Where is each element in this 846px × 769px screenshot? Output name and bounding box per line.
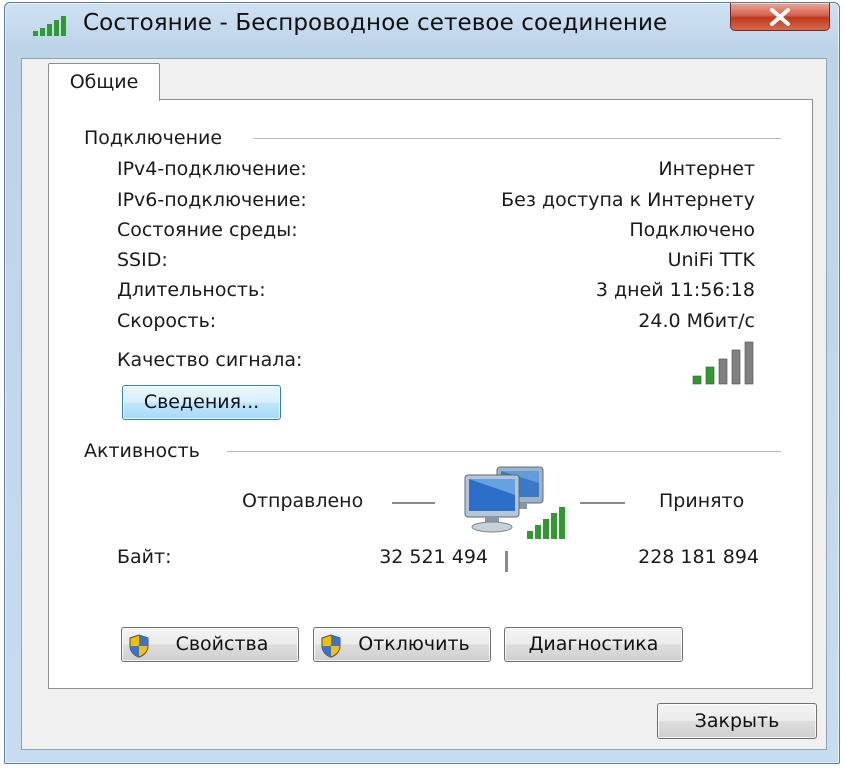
properties-button[interactable]: Свойства	[121, 627, 299, 662]
ssid-label: SSID:	[117, 249, 168, 271]
signal-strength-icon	[692, 341, 754, 385]
close-window-button[interactable]	[730, 3, 830, 31]
general-tab-panel: Подключение IPv4-подключение: Интернет I…	[48, 99, 813, 689]
duration-label: Длительность:	[117, 279, 266, 301]
activity-separator	[505, 551, 508, 572]
received-connector-line	[580, 502, 625, 504]
ipv4-label: IPv4-подключение:	[117, 158, 307, 180]
received-label: Принято	[659, 490, 745, 512]
ssid-value: UniFi TTK	[667, 249, 755, 271]
network-computers-icon	[464, 466, 565, 539]
section-divider	[227, 451, 781, 452]
signal-bar-unlit	[744, 341, 754, 385]
title-bar[interactable]: Состояние - Беспроводное сетевое соедине…	[5, 3, 839, 49]
ipv6-label: IPv6-подключение:	[117, 189, 307, 211]
signal-bar-lit	[705, 366, 715, 385]
uac-shield-icon	[129, 634, 149, 658]
signal-bar-lit	[692, 375, 702, 385]
window-title: Состояние - Беспроводное сетевое соедине…	[83, 10, 668, 36]
section-divider	[254, 138, 781, 139]
speed-value: 24.0 Мбит/с	[638, 310, 755, 332]
tab-general[interactable]: Общие	[48, 63, 160, 101]
duration-value: 3 дней 11:56:18	[595, 279, 755, 301]
dialog-body: Общие Подключение IPv4-подключение: Инте…	[21, 58, 827, 750]
activity-section-title: Активность	[84, 440, 200, 462]
speed-label: Скорость:	[117, 310, 217, 332]
ipv4-value: Интернет	[658, 158, 755, 180]
uac-shield-icon	[321, 634, 341, 658]
status-dialog: Состояние - Беспроводное сетевое соедине…	[4, 2, 840, 764]
media-state-label: Состояние среды:	[117, 219, 298, 241]
signal-quality-label: Качество сигнала:	[117, 349, 303, 371]
bytes-label: Байт:	[117, 546, 172, 568]
close-button[interactable]: Закрыть	[657, 703, 817, 739]
connection-section-title: Подключение	[84, 127, 223, 149]
ipv6-value: Без доступа к Интернету	[501, 189, 755, 211]
properties-button-label: Свойства	[175, 633, 269, 655]
signal-bar-unlit	[718, 358, 728, 385]
wireless-signal-icon	[33, 16, 66, 36]
signal-bar-unlit	[731, 349, 741, 385]
media-state-value: Подключено	[629, 219, 755, 241]
bytes-sent-value: 32 521 494	[379, 546, 488, 568]
disable-button[interactable]: Отключить	[313, 627, 491, 662]
disable-button-label: Отключить	[358, 633, 470, 655]
details-button[interactable]: Сведения...	[122, 385, 281, 420]
diagnose-button[interactable]: Диагностика	[504, 627, 683, 662]
sent-label: Отправлено	[242, 490, 364, 512]
sent-connector-line	[392, 502, 435, 504]
close-icon	[770, 8, 790, 26]
bytes-received-value: 228 181 894	[638, 546, 759, 568]
